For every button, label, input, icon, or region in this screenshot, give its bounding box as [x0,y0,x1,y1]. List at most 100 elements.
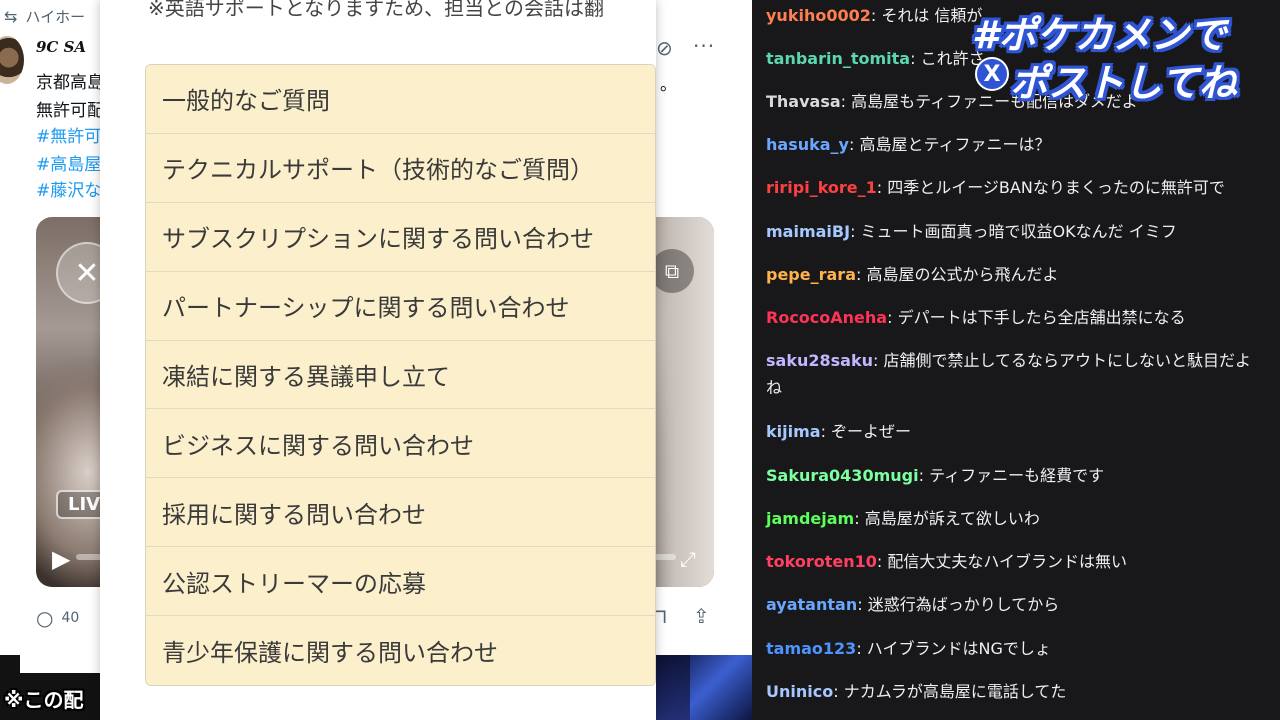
chat-username[interactable]: maimaiBJ [766,222,850,241]
overlay-post-text: ポストしてね [1010,61,1237,105]
chat-text: 迷惑行為ばっかりしてから [867,595,1060,614]
chat-separator: : [855,265,867,284]
chat-username[interactable]: ayatantan [766,595,857,614]
category-option-verified-streamer[interactable]: 公認ストリーマーの応募 [146,547,655,617]
chat-separator: : [850,222,861,241]
chat-message: riripi_kore_1: 四季とルイージBANなりまくったのに無許可で [766,174,1266,201]
chat-message: Uninico: ナカムラが高島屋に電話してた [766,678,1266,705]
chat-separator: : [856,639,867,658]
chat-username[interactable]: tokoroten10 [766,552,877,571]
chat-username[interactable]: jamdejam [766,509,854,528]
hashtag-link-1[interactable]: #無許可 [36,122,101,147]
hashtag-link-2[interactable]: #高島屋 [36,150,101,175]
chat-text: 高島屋の公式から飛んだよ [866,265,1059,284]
picture-in-picture-button[interactable]: ⧉ [650,249,694,293]
grok-icon[interactable]: ⊘ [656,36,673,60]
chat-message: RococoAneha: デパートは下手したら全店舗出禁になる [766,304,1266,331]
chat-username[interactable]: yukiho0002 [766,6,871,25]
chat-username[interactable]: kijima [766,422,821,441]
category-dropdown-list: 一般的なご質問 テクニカルサポート（技術的なご質問） サブスクリプションに関する… [145,64,656,687]
reply-button[interactable]: ○ 40 [36,606,79,630]
chat-message: jamdejam: 高島屋が訴えて欲しいわ [766,505,1266,532]
category-option-youth-protection[interactable]: 青少年保護に関する問い合わせ [146,616,655,686]
chat-separator: : [876,552,888,571]
chat-separator: : [876,178,888,197]
chat-separator: : [833,682,844,701]
category-option-recruiting[interactable]: 採用に関する問い合わせ [146,478,655,548]
chat-separator: : [887,308,898,327]
chat-text: ティファニーも経費です [929,466,1105,485]
close-icon: ✕ [74,255,100,291]
chat-separator: : [857,595,868,614]
chat-separator: : [870,6,882,25]
tweet-text-line-2: 無許可配 [36,101,104,121]
chat-text: 四季とルイージBANなりまくったのに無許可で [887,178,1225,197]
chat-text: ミュート画面真っ暗で収益OKなんだ イミフ [860,222,1177,241]
chat-username[interactable]: Sakura0430mugi [766,466,919,485]
expand-icon: ⤢ [680,547,696,571]
fullscreen-button[interactable]: ⤢ [680,547,696,571]
more-options-icon[interactable]: ··· [693,34,715,58]
footer-art [690,655,752,720]
x-logo-icon: X [975,57,1009,91]
chat-username[interactable]: saku28saku [766,351,873,370]
chat-text: 高島屋が訴えて欲しいわ [864,509,1040,528]
play-button[interactable]: ▶ [52,545,70,573]
chat-text: ハイブランドはNGでしょ [866,639,1051,658]
chat-username[interactable]: pepe_rara [766,265,856,284]
overlay-hashtag-text: #ポケカメンで [972,13,1227,57]
category-option-technical[interactable]: テクニカルサポート（技術的なご質問） [146,133,655,203]
chat-separator: : [848,135,860,154]
stream-notice: ※この配 [4,688,84,712]
footer-tab [20,655,102,673]
chat-username[interactable]: Thavasa [766,92,841,111]
reply-icon: ○ [36,606,54,630]
chat-username[interactable]: Uninico [766,682,833,701]
pip-icon: ⧉ [664,259,680,283]
repost-icon: ⇆ [4,7,18,26]
category-option-subscription[interactable]: サブスクリプションに関する問い合わせ [146,202,655,272]
chat-message: saku28saku: 店舗側で禁止してるならアウトにしないと駄目だよね [766,347,1266,401]
author-name[interactable]: 9C SA [36,38,86,56]
chat-text: ナカムラが高島屋に電話してた [843,682,1067,701]
share-icon[interactable]: ⇪ [693,604,710,628]
category-option-partnership[interactable]: パートナーシップに関する問い合わせ [146,271,655,341]
chat-message: ayatantan: 迷惑行為ばっかりしてから [766,591,1266,618]
chat-separator: : [872,351,884,370]
chat-separator: : [918,466,930,485]
chat-separator: : [820,422,832,441]
chat-text: 高島屋とティファニーは？ [859,135,1051,154]
chat-username[interactable]: RococoAneha [766,308,887,327]
chat-message: kijima: ぞーよぜー [766,418,1266,445]
play-icon: ▶ [52,545,71,573]
category-option-general[interactable]: 一般的なご質問 [146,65,655,134]
chat-message: maimaiBJ: ミュート画面真っ暗で収益OKなんだ イミフ [766,218,1266,245]
chat-separator: : [840,92,852,111]
repost-label: ハイホー [25,8,86,26]
chat-text: 配信大丈夫なハイブランドは無い [887,552,1128,571]
modal-note: ※英語サポートとなりますため、担当との会話は翻 [148,0,604,20]
avatar[interactable] [0,36,24,84]
repost-indicator: ⇆ ハイホー [4,6,85,27]
chat-username[interactable]: tanbarin_tomita [766,49,910,68]
category-option-suspension-appeal[interactable]: 凍結に関する異議申し立て [146,340,655,410]
category-option-business[interactable]: ビジネスに関する問い合わせ [146,409,655,479]
reply-count: 40 [61,610,80,626]
chat-username[interactable]: hasuka_y [766,135,849,154]
chat-message: pepe_rara: 高島屋の公式から飛んだよ [766,261,1266,288]
chat-message: tamao123: ハイブランドはNGでしょ [766,635,1266,662]
chat-message: tokoroten10: 配信大丈夫なハイブランドは無い [766,548,1266,575]
contact-category-modal: ※英語サポートとなりますため、担当との会話は翻 一般的なご質問 テクニカルサポー… [100,0,656,720]
hashtag-link-3[interactable]: #藤沢な [36,176,101,201]
screen: ⇆ ハイホー 9C SA 京都高島 無許可配 #無許可 #高島屋 #藤沢な ⊘ … [0,0,1280,720]
chat-panel: yukiho0002: それは 信頼が… tanbarin_tomita: これ許… [752,0,1280,720]
chat-username[interactable]: riripi_kore_1 [766,178,877,197]
chat-separator: : [910,49,921,68]
chat-message: Sakura0430mugi: ティファニーも経費です [766,462,1266,489]
chat-text: デパートは下手したら全店舗出禁になる [897,308,1186,327]
chat-message: hasuka_y: 高島屋とティファニーは？ [766,131,1266,158]
chat-username[interactable]: tamao123 [766,639,856,658]
chat-separator: : [854,509,865,528]
tweet-text-line-1: 京都高島 [36,73,104,93]
chat-text: ぞーよぜー [831,422,912,441]
